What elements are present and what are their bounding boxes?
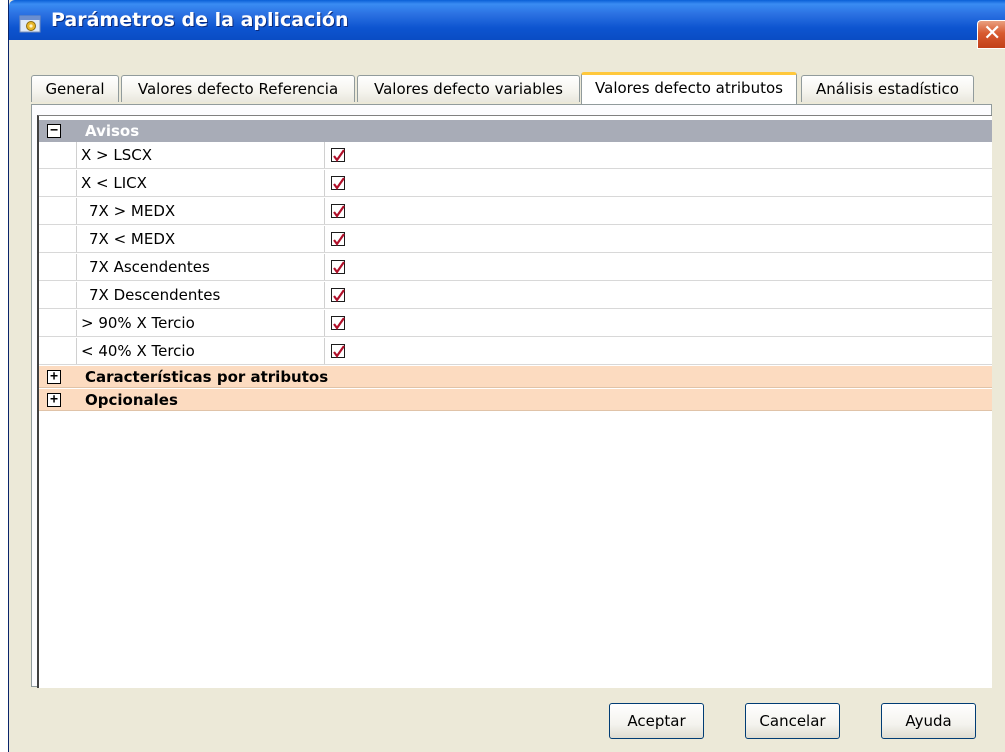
category-label: Opcionales <box>85 391 178 409</box>
category-caracteristicas-por-atributos[interactable]: + Características por atributos <box>39 366 992 388</box>
tab-valores-defecto-referencia[interactable]: Valores defecto Referencia <box>121 75 355 102</box>
property-checkbox[interactable] <box>331 204 345 218</box>
expand-icon[interactable]: + <box>47 370 61 384</box>
property-checkbox[interactable] <box>331 232 345 246</box>
close-icon: ✕ <box>983 21 1002 46</box>
row-gutter <box>39 254 77 280</box>
tab-valores-defecto-variables[interactable]: Valores defecto variables <box>357 75 580 102</box>
property-row[interactable]: X < LICX <box>39 170 992 197</box>
row-gutter <box>39 310 77 336</box>
row-gutter <box>39 198 77 224</box>
close-button[interactable]: ✕ <box>977 20 1005 49</box>
column-divider <box>324 170 325 196</box>
property-checkbox[interactable] <box>331 316 345 330</box>
help-button[interactable]: Ayuda <box>881 703 976 739</box>
property-name: 7X < MEDX <box>89 230 176 248</box>
tab-general[interactable]: General <box>31 75 119 102</box>
accept-button[interactable]: Aceptar <box>609 703 704 739</box>
dialog-window: Parámetros de la aplicación ✕ General Va… <box>8 0 1005 752</box>
row-gutter <box>39 142 77 168</box>
checkmark-icon <box>333 205 345 218</box>
property-grid: − Avisos X > LSCX X < LICX 7X > MEDX 7X … <box>37 115 992 688</box>
column-divider <box>324 282 325 308</box>
checkmark-icon <box>333 261 345 274</box>
tab-analisis-estadistico[interactable]: Análisis estadístico <box>801 75 974 102</box>
column-divider <box>324 310 325 336</box>
expand-icon[interactable]: + <box>47 393 61 407</box>
checkmark-icon <box>333 177 345 190</box>
property-checkbox[interactable] <box>331 148 345 162</box>
checkmark-icon <box>333 289 345 302</box>
property-name: X < LICX <box>81 174 147 192</box>
window-title: Parámetros de la aplicación <box>51 9 349 31</box>
category-label: Características por atributos <box>85 368 329 386</box>
property-row[interactable]: 7X > MEDX <box>39 198 992 225</box>
property-row[interactable]: < 40% X Tercio <box>39 338 992 365</box>
property-name: X > LSCX <box>81 146 153 164</box>
property-name: 7X > MEDX <box>89 202 176 220</box>
property-row[interactable]: 7X Descendentes <box>39 282 992 309</box>
property-row[interactable]: X > LSCX <box>39 142 992 169</box>
property-name: 7X Descendentes <box>89 286 221 304</box>
app-settings-icon <box>19 15 41 33</box>
tab-valores-defecto-atributos[interactable]: Valores defecto atributos <box>581 72 797 104</box>
title-bar[interactable]: Parámetros de la aplicación <box>9 0 1005 40</box>
row-gutter <box>39 170 77 196</box>
column-divider <box>324 226 325 252</box>
checkmark-icon <box>333 233 345 246</box>
row-gutter <box>39 226 77 252</box>
category-label: Avisos <box>85 122 140 140</box>
collapse-icon[interactable]: − <box>47 124 61 138</box>
checkmark-icon <box>333 345 345 358</box>
column-divider <box>324 198 325 224</box>
property-checkbox[interactable] <box>331 176 345 190</box>
category-opcionales[interactable]: + Opcionales <box>39 389 992 411</box>
column-divider <box>324 338 325 364</box>
tab-panel: − Avisos X > LSCX X < LICX 7X > MEDX 7X … <box>31 104 992 688</box>
property-row[interactable]: > 90% X Tercio <box>39 310 992 337</box>
checkmark-icon <box>333 317 345 330</box>
checkmark-icon <box>333 149 345 162</box>
category-avisos[interactable]: − Avisos <box>39 120 992 142</box>
property-row[interactable]: 7X Ascendentes <box>39 254 992 281</box>
cancel-button[interactable]: Cancelar <box>745 703 840 739</box>
property-checkbox[interactable] <box>331 344 345 358</box>
property-checkbox[interactable] <box>331 260 345 274</box>
property-name: > 90% X Tercio <box>81 314 195 332</box>
property-row[interactable]: 7X < MEDX <box>39 226 992 253</box>
row-gutter <box>39 282 77 308</box>
column-divider <box>324 254 325 280</box>
property-name: < 40% X Tercio <box>81 342 195 360</box>
property-checkbox[interactable] <box>331 288 345 302</box>
row-gutter <box>39 338 77 364</box>
property-name: 7X Ascendentes <box>89 258 210 276</box>
column-divider <box>324 142 325 168</box>
